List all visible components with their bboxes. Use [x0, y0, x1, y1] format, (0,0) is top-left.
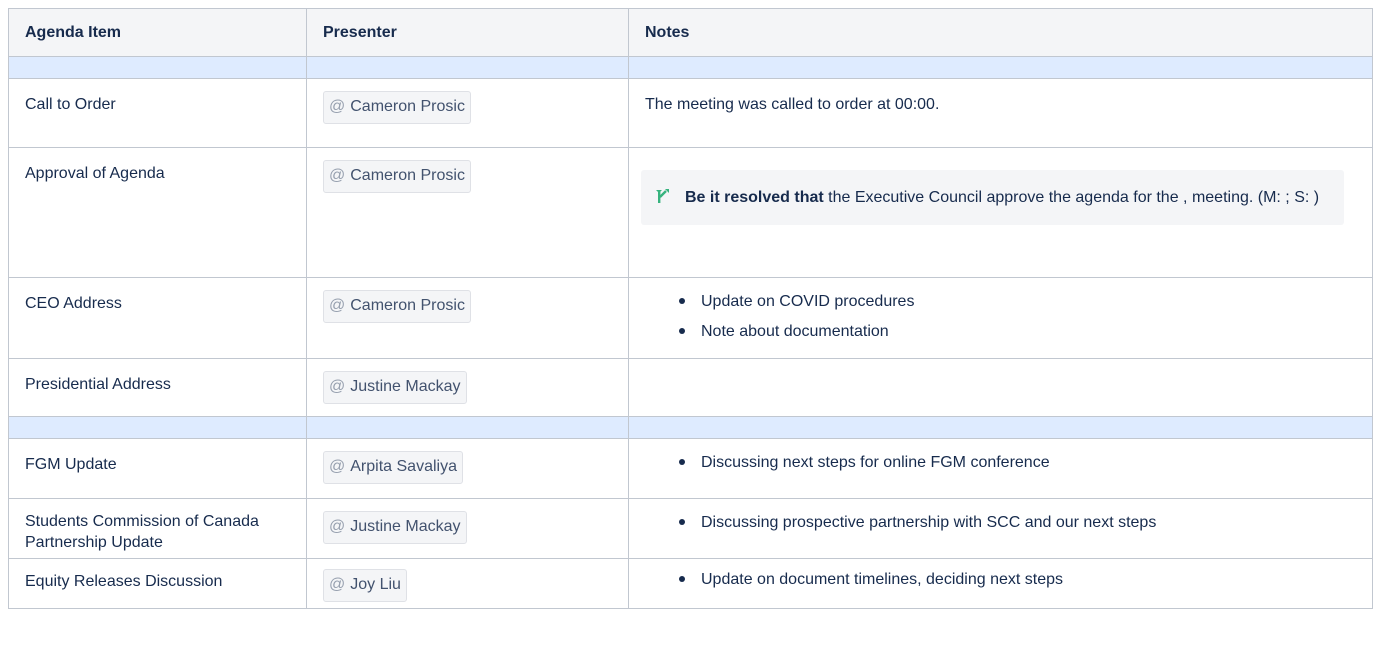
- mention-at-icon: @: [329, 98, 346, 115]
- notes-bullet-list: Discussing next steps for online FGM con…: [645, 452, 1356, 474]
- mention-name: Cameron Prosic: [350, 98, 465, 115]
- header-notes: Notes: [628, 8, 1373, 57]
- list-item: Update on COVID procedures: [645, 291, 1356, 313]
- spacer-cell: [306, 56, 629, 79]
- agenda-item-cell: Equity Releases Discussion: [8, 558, 307, 609]
- spacer-cell: [306, 416, 629, 439]
- presenter-cell: @ Cameron Prosic: [306, 78, 629, 148]
- user-mention[interactable]: @ Justine Mackay: [323, 371, 467, 404]
- agenda-item-label: Presidential Address: [25, 376, 171, 393]
- table-row: Students Commission of Canada Partnershi…: [8, 498, 1373, 559]
- motion-text: the Executive Council approve the agenda…: [823, 189, 1320, 206]
- mention-at-icon: @: [329, 518, 346, 535]
- list-item: Update on document timelines, deciding n…: [645, 569, 1356, 591]
- mention-at-icon: @: [329, 167, 346, 184]
- table-row: Call to Order @ Cameron Prosic The meetin…: [8, 78, 1373, 148]
- presenter-cell: @ Justine Mackay: [306, 498, 629, 559]
- table-row: Equity Releases Discussion @ Joy Liu Upda…: [8, 558, 1373, 609]
- section-spacer-row: [8, 416, 1373, 439]
- mention-at-icon: @: [329, 458, 346, 475]
- notes-cell: Update on COVID procedures Note about do…: [628, 277, 1373, 359]
- notes-bullet-list: Update on COVID procedures Note about do…: [645, 291, 1356, 343]
- notes-cell: Discussing next steps for online FGM con…: [628, 438, 1373, 499]
- mention-name: Justine Mackay: [350, 518, 461, 535]
- agenda-table-container: Agenda Item Presenter Notes Call to Orde…: [8, 8, 1373, 609]
- presenter-cell: @ Joy Liu: [306, 558, 629, 609]
- table-header-row: Agenda Item Presenter Notes: [8, 8, 1373, 57]
- header-presenter: Presenter: [306, 8, 629, 57]
- agenda-item-label: Equity Releases Discussion: [25, 573, 223, 590]
- table-row: Presidential Address @ Justine Mackay: [8, 358, 1373, 417]
- list-item: Discussing prospective partnership with …: [645, 512, 1356, 534]
- branch-icon: [656, 189, 669, 203]
- notes-bullet-list: Update on document timelines, deciding n…: [645, 569, 1356, 591]
- agenda-item-cell: Call to Order: [8, 78, 307, 148]
- mention-name: Cameron Prosic: [350, 297, 465, 314]
- agenda-item-label: CEO Address: [25, 295, 122, 312]
- notes-cell: The meeting was called to order at 00:00…: [628, 78, 1373, 148]
- spacer-cell: [628, 56, 1373, 79]
- notes-cell: [628, 358, 1373, 417]
- user-mention[interactable]: @ Justine Mackay: [323, 511, 467, 544]
- list-item: Note about documentation: [645, 321, 1356, 343]
- mention-at-icon: @: [329, 297, 346, 314]
- spacer-cell: [8, 56, 307, 79]
- agenda-item-label: Approval of Agenda: [25, 165, 165, 182]
- mention-name: Justine Mackay: [350, 378, 461, 395]
- mention-at-icon: @: [329, 378, 346, 395]
- user-mention[interactable]: @ Cameron Prosic: [323, 91, 471, 124]
- mention-name: Cameron Prosic: [350, 167, 465, 184]
- notes-bullet-list: Discussing prospective partnership with …: [645, 512, 1356, 534]
- spacer-cell: [8, 416, 307, 439]
- list-item: Discussing next steps for online FGM con…: [645, 452, 1356, 474]
- section-spacer-row: [8, 56, 1373, 79]
- mention-name: Arpita Savaliya: [350, 458, 457, 475]
- mention-at-icon: @: [329, 576, 346, 593]
- mention-name: Joy Liu: [350, 576, 401, 593]
- notes-cell: Be it resolved that the Executive Counci…: [628, 147, 1373, 278]
- agenda-table: Agenda Item Presenter Notes Call to Orde…: [8, 8, 1373, 609]
- notes-text: The meeting was called to order at 00:00…: [645, 96, 940, 113]
- user-mention[interactable]: @ Joy Liu: [323, 569, 407, 602]
- notes-cell: Update on document timelines, deciding n…: [628, 558, 1373, 609]
- user-mention[interactable]: @ Cameron Prosic: [323, 160, 471, 193]
- user-mention[interactable]: @ Arpita Savaliya: [323, 451, 463, 484]
- agenda-item-cell: FGM Update: [8, 438, 307, 499]
- agenda-item-cell: Presidential Address: [8, 358, 307, 417]
- presenter-cell: @ Arpita Savaliya: [306, 438, 629, 499]
- notes-cell: Discussing prospective partnership with …: [628, 498, 1373, 559]
- agenda-item-cell: Approval of Agenda: [8, 147, 307, 278]
- agenda-item-cell: Students Commission of Canada Partnershi…: [8, 498, 307, 559]
- agenda-item-label: Call to Order: [25, 96, 116, 113]
- agenda-item-cell: CEO Address: [8, 277, 307, 359]
- presenter-cell: @ Cameron Prosic: [306, 277, 629, 359]
- presenter-cell: @ Justine Mackay: [306, 358, 629, 417]
- table-row: FGM Update @ Arpita Savaliya Discussing n…: [8, 438, 1373, 499]
- motion-bold-text: Be it resolved that: [685, 189, 824, 206]
- table-row: Approval of Agenda @ Cameron Prosic Be it…: [8, 147, 1373, 278]
- user-mention[interactable]: @ Cameron Prosic: [323, 290, 471, 323]
- header-agenda-item: Agenda Item: [8, 8, 307, 57]
- agenda-item-label: FGM Update: [25, 456, 117, 473]
- motion-panel: Be it resolved that the Executive Counci…: [641, 170, 1344, 225]
- presenter-cell: @ Cameron Prosic: [306, 147, 629, 278]
- table-row: CEO Address @ Cameron Prosic Update on CO…: [8, 277, 1373, 359]
- agenda-item-label: Students Commission of Canada Partnershi…: [25, 513, 259, 551]
- spacer-cell: [628, 416, 1373, 439]
